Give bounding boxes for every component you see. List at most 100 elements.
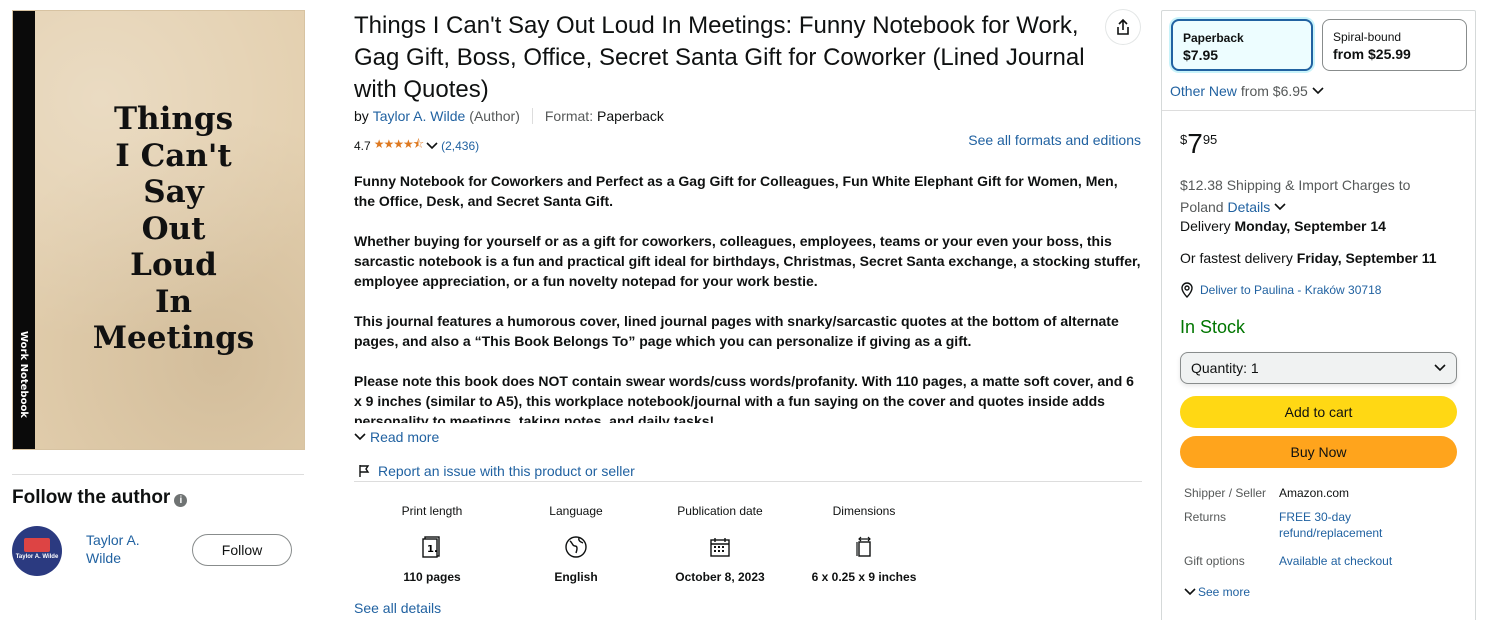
chevron-down-icon[interactable] xyxy=(426,141,438,151)
chevron-down-icon[interactable] xyxy=(1312,86,1324,96)
spec-label: Language xyxy=(549,504,603,518)
globe-icon xyxy=(565,536,587,558)
other-new-link[interactable]: Other New xyxy=(1170,83,1237,99)
other-new-from: from $6.95 xyxy=(1240,83,1308,99)
deliver-to-location[interactable]: Deliver to Paulina - Kraków 30718 xyxy=(1180,282,1381,298)
see-all-details-link[interactable]: See all details xyxy=(354,600,441,616)
share-icon xyxy=(1117,18,1129,35)
format-option-paperback[interactable]: Paperback $7.95 xyxy=(1171,19,1313,71)
spec-print-length: Print length 1. 110 pages xyxy=(360,504,504,584)
divider xyxy=(12,474,304,475)
format-option-spiral-bound[interactable]: Spiral-bound from $25.99 xyxy=(1322,19,1467,71)
follow-author-title: Follow the author xyxy=(12,487,171,508)
fastest-prefix: Or fastest delivery xyxy=(1180,250,1293,266)
meta-key: Gift options xyxy=(1184,554,1245,568)
cover-spine-text: Work Notebook xyxy=(18,331,29,418)
author-role: (Author) xyxy=(469,108,520,124)
add-to-cart-button[interactable]: Add to cart xyxy=(1180,396,1457,428)
spec-value: 110 pages xyxy=(403,570,461,584)
delivery-info: Delivery Monday, September 14 xyxy=(1180,218,1386,234)
shipping-charges: $12.38 Shipping & Import Charges to Pola… xyxy=(1180,174,1450,218)
book-cover-image[interactable]: Work Notebook Things I Can't Say Out Lou… xyxy=(12,10,305,450)
price-fraction: 95 xyxy=(1202,132,1218,147)
meta-key: Shipper / Seller xyxy=(1184,486,1267,500)
format-price: from $25.99 xyxy=(1333,46,1411,62)
other-new-offers[interactable]: Other New from $6.95 xyxy=(1170,83,1324,99)
rating-value: 4.7 xyxy=(354,138,371,153)
cover-title: Things I Can't Say Out Loud In Meetings xyxy=(92,101,255,356)
byline: by Taylor A. Wilde (Author) Format: Pape… xyxy=(354,108,664,124)
spec-label: Dimensions xyxy=(832,504,896,518)
follow-author-heading: Follow the author i xyxy=(12,487,188,509)
shipping-details-link[interactable]: Details xyxy=(1227,199,1270,215)
description-paragraph: Funny Notebook for Coworkers and Perfect… xyxy=(354,173,1118,209)
divider xyxy=(354,481,1142,482)
spec-language: Language English xyxy=(504,504,648,584)
see-all-formats-link[interactable]: See all formats and editions xyxy=(968,132,1141,148)
pages-icon: 1. xyxy=(422,536,440,558)
description-paragraph: Please note this book does NOT contain s… xyxy=(354,373,1134,423)
description-paragraph: This journal features a humorous cover, … xyxy=(354,313,1119,349)
shipping-text: $12.38 Shipping & Import Charges to Pola… xyxy=(1180,177,1411,215)
share-button[interactable] xyxy=(1106,10,1140,44)
price-whole: 7 xyxy=(1187,128,1203,159)
spec-value: 6 x 0.25 x 9 inches xyxy=(811,570,917,584)
gift-options-link[interactable]: Available at checkout xyxy=(1279,553,1419,569)
info-icon[interactable]: i xyxy=(174,493,188,507)
avatar-text: Taylor A. Wilde xyxy=(15,554,59,560)
stock-status: In Stock xyxy=(1180,317,1246,337)
price-symbol: $ xyxy=(1180,132,1188,147)
spec-label: Publication date xyxy=(677,504,763,518)
price: $ 7 95 xyxy=(1180,128,1217,160)
quantity-select[interactable]: Quantity: 1 xyxy=(1180,352,1457,384)
spec-value: October 8, 2023 xyxy=(675,570,765,584)
calendar-icon xyxy=(710,538,730,557)
product-specs: Print length 1. 110 pages Language Engli… xyxy=(360,504,936,584)
dimensions-icon xyxy=(856,536,871,557)
report-issue-row[interactable]: Report an issue with this product or sel… xyxy=(358,463,635,479)
author-avatar[interactable]: Taylor A. Wilde xyxy=(12,526,62,576)
byline-separator xyxy=(531,108,533,124)
flag-icon xyxy=(359,465,370,477)
spec-dimensions: Dimensions 6 x 0.25 x 9 inches xyxy=(792,504,936,584)
rating-count-link[interactable]: (2,436) xyxy=(441,139,479,153)
report-issue-link[interactable]: Report an issue with this product or sel… xyxy=(378,463,635,479)
see-more-toggle[interactable]: See more xyxy=(1184,585,1250,599)
read-more-link[interactable]: Read more xyxy=(370,429,439,445)
format-name: Spiral-bound xyxy=(1333,30,1402,44)
see-more-link[interactable]: See more xyxy=(1198,585,1250,599)
chevron-down-icon[interactable] xyxy=(1274,202,1286,212)
fastest-date: Friday, September 11 xyxy=(1296,250,1437,266)
author-link[interactable]: Taylor A. Wilde xyxy=(373,108,466,124)
ratings-row[interactable]: 4.7 ★★★★⯪ (2,436) xyxy=(354,135,479,156)
meta-value: Amazon.com xyxy=(1279,486,1350,500)
spec-publication-date: Publication date October 8, 2023 xyxy=(648,504,792,584)
read-more-toggle[interactable]: Read more xyxy=(354,429,439,445)
buy-now-button[interactable]: Buy Now xyxy=(1180,436,1457,468)
follow-button[interactable]: Follow xyxy=(192,534,292,566)
location-pin-icon xyxy=(1181,282,1193,298)
format-name: Paperback xyxy=(1183,31,1244,45)
deliver-to-link[interactable]: Deliver to Paulina - Kraków 30718 xyxy=(1200,283,1381,297)
star-rating-icon[interactable]: ★★★★⯪ xyxy=(374,135,424,156)
spec-value: English xyxy=(554,570,598,584)
meta-key: Returns xyxy=(1184,510,1227,524)
delivery-prefix: Delivery xyxy=(1180,218,1231,234)
product-description: Funny Notebook for Coworkers and Perfect… xyxy=(354,171,1142,423)
delivery-date: Monday, September 14 xyxy=(1234,218,1386,234)
avatar-logo-shape xyxy=(24,538,50,552)
svg-text:1.: 1. xyxy=(427,544,438,555)
fastest-delivery-info: Or fastest delivery Friday, September 11 xyxy=(1180,250,1437,266)
format-label: Format: xyxy=(544,108,594,124)
returns-link[interactable]: FREE 30-day refund/replacement xyxy=(1279,509,1419,541)
divider xyxy=(1162,110,1475,111)
quantity-value: 1 xyxy=(1250,360,1259,376)
spec-label: Print length xyxy=(401,504,463,518)
description-paragraph: Whether buying for yourself or as a gift… xyxy=(354,233,1141,289)
author-name-link[interactable]: Taylor A. Wilde xyxy=(86,531,166,567)
format-price: $7.95 xyxy=(1183,47,1219,63)
chevron-down-icon xyxy=(1184,588,1196,596)
quantity-label: Quantity: xyxy=(1191,360,1248,376)
format-value: Paperback xyxy=(596,108,664,124)
product-title: Things I Can't Say Out Loud In Meetings:… xyxy=(354,12,1085,103)
